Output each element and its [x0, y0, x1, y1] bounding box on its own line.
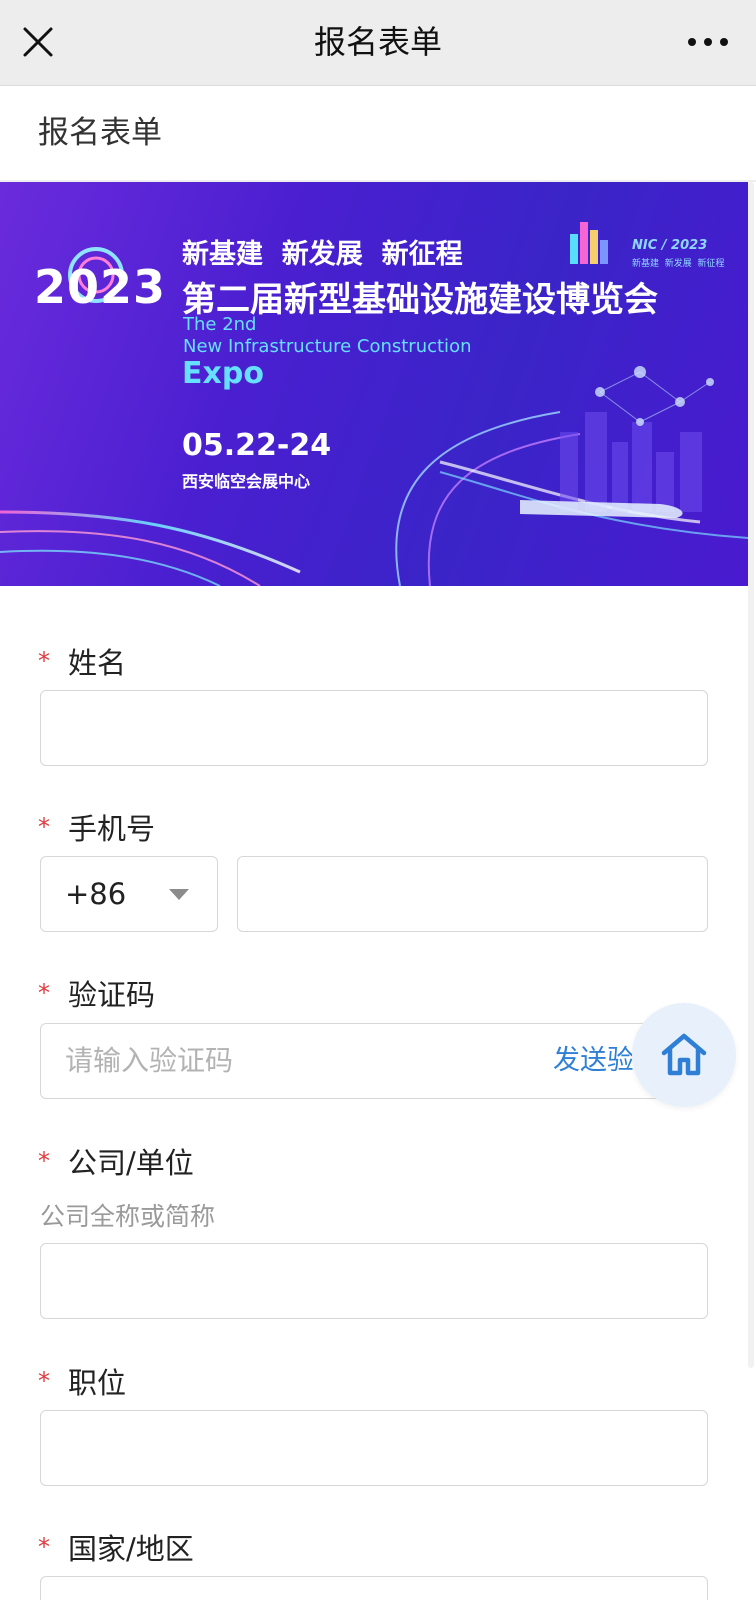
more-options-icon[interactable] [682, 26, 734, 58]
name-input[interactable] [40, 690, 708, 766]
country-code-select[interactable]: +86 [40, 856, 218, 932]
banner-title-en-1: The 2nd [183, 314, 257, 335]
scrollbar[interactable] [748, 182, 754, 1368]
banner-dates: 05.22-24 [182, 428, 332, 463]
banner-title-en-3: Expo [182, 356, 264, 391]
required-mark: * [38, 1367, 50, 1395]
name-label: * 姓名 [38, 640, 126, 682]
phone-input[interactable] [237, 856, 708, 932]
region-label: * 国家/地区 [38, 1526, 194, 1568]
company-label-text: 公司/单位 [68, 1146, 194, 1180]
verification-code-input[interactable]: 请输入验证码 发送验证码 [40, 1023, 708, 1099]
banner-title-en-2: New Infrastructure Construction [183, 336, 472, 357]
banner-slogan: 新基建 新发展 新征程 [182, 239, 463, 270]
code-placeholder: 请输入验证码 [65, 1044, 234, 1077]
required-mark: * [38, 1147, 50, 1175]
phone-label-text: 手机号 [68, 812, 156, 846]
position-label: * 职位 [38, 1360, 126, 1402]
company-label: * 公司/单位 [38, 1140, 194, 1182]
home-button[interactable] [632, 1003, 736, 1107]
position-label-text: 职位 [68, 1366, 127, 1400]
banner-year: 2023 [34, 260, 167, 314]
expo-banner: 2023 新基建 新发展 新征程 第二届新型基础设施建设博览会 The 2nd … [0, 182, 748, 586]
code-label: * 验证码 [38, 972, 155, 1014]
banner-venue: 西安临空会展中心 [182, 472, 311, 491]
company-hint: 公司全称或简称 [40, 1202, 216, 1231]
top-nav-bar: 报名表单 [0, 0, 756, 86]
banner-logo-text: NIC / 2023 [632, 238, 708, 253]
region-select[interactable] [40, 1576, 708, 1600]
company-input[interactable] [40, 1243, 708, 1319]
required-mark: * [38, 647, 50, 675]
banner-logo-sub: 新基建 新发展 新征程 [632, 259, 725, 269]
nav-title: 报名表单 [313, 23, 442, 61]
required-mark: * [38, 1533, 50, 1561]
page-title: 报名表单 [38, 115, 162, 151]
phone-label: * 手机号 [38, 806, 155, 848]
code-label-text: 验证码 [68, 978, 156, 1012]
required-mark: * [38, 979, 50, 1007]
required-mark: * [38, 813, 50, 841]
position-input[interactable] [40, 1410, 708, 1486]
name-label-text: 姓名 [68, 646, 127, 680]
country-code-value: +86 [65, 877, 127, 911]
dropdown-arrow-icon [169, 889, 189, 900]
home-icon [661, 1033, 707, 1076]
region-label-text: 国家/地区 [68, 1532, 194, 1566]
